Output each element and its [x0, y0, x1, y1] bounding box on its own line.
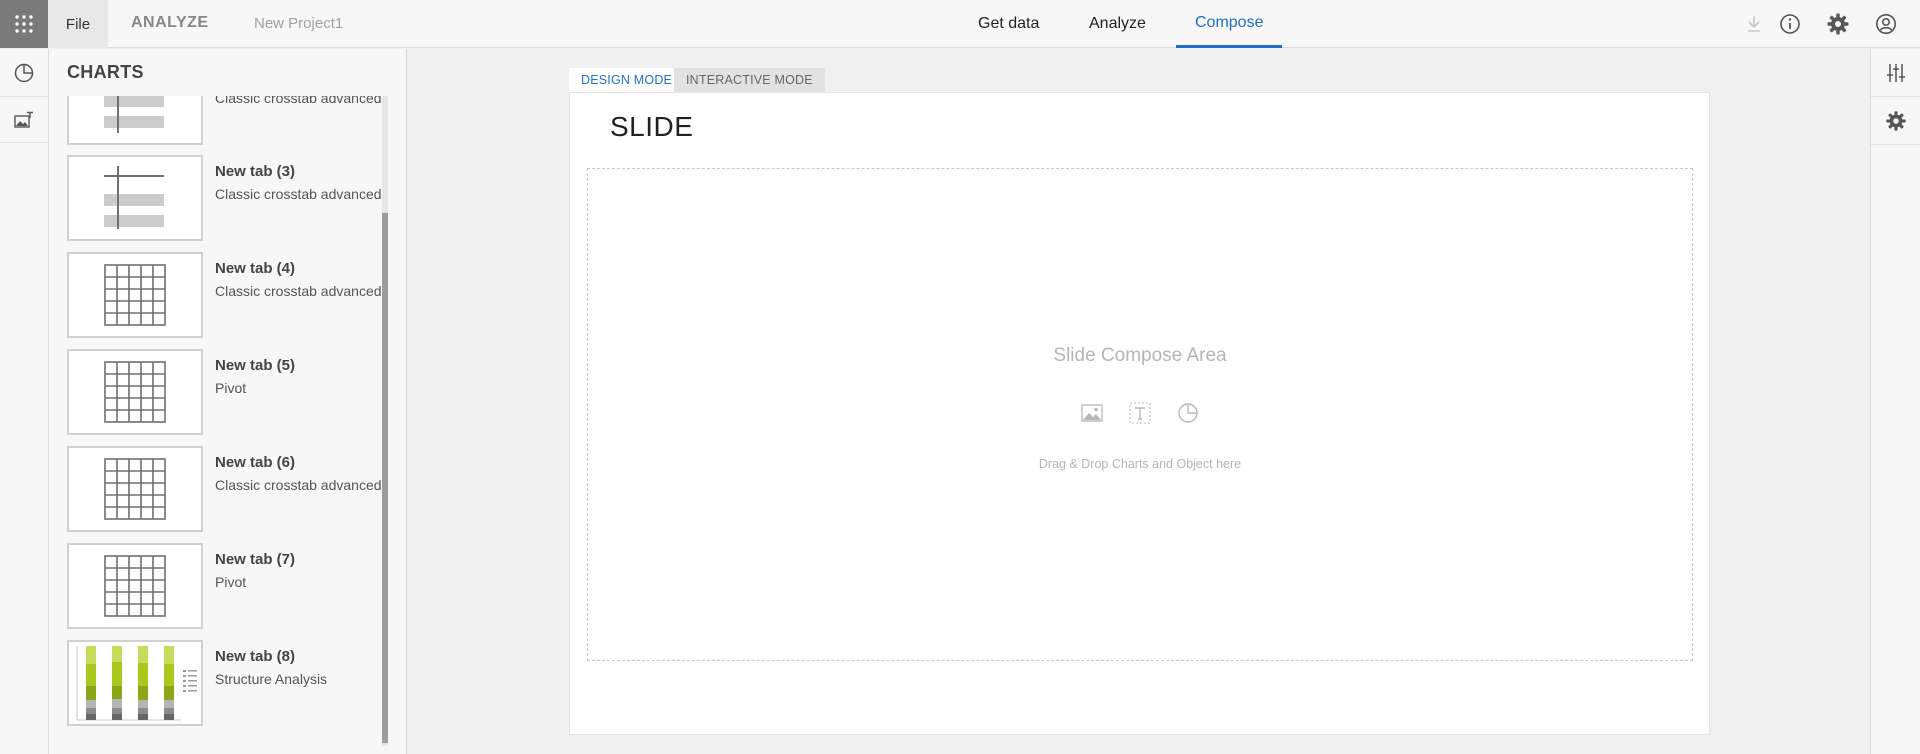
chart-item-type: Structure Analysis: [215, 671, 328, 687]
settings-button[interactable]: [1825, 11, 1851, 37]
gear-icon: [1886, 110, 1906, 131]
chart-item-type: Classic crosstab advanced: [215, 186, 382, 202]
rail-objects-button[interactable]: [0, 97, 48, 143]
module-label[interactable]: ANALYZE: [131, 14, 209, 32]
download-icon: [1748, 16, 1760, 32]
chart-list-item[interactable]: New tab (3) Classic crosstab advanced: [67, 155, 387, 241]
compose-object-icons: [588, 402, 1692, 424]
chart-list-item[interactable]: New tab (4) Classic crosstab advanced: [67, 252, 387, 338]
info-icon: [1780, 14, 1800, 34]
slide-canvas: SLIDE Slide Compose Area Drag & Drop Cha…: [569, 92, 1710, 735]
chart-item-type: Pivot: [215, 380, 247, 396]
chart-pie-icon: [14, 63, 34, 82]
rail-charts-button[interactable]: [0, 49, 48, 97]
image-icon[interactable]: [1081, 402, 1103, 424]
text-box-icon[interactable]: [1129, 402, 1151, 424]
chart-item-name: New tab (3): [215, 163, 296, 180]
slide-settings-button[interactable]: [1871, 97, 1920, 145]
nav-tab-get-data[interactable]: Get data: [959, 0, 1058, 48]
chart-pie-icon[interactable]: [1177, 402, 1199, 424]
chart-list-item[interactable]: New tab (5) Pivot: [67, 349, 387, 435]
image-text-icon: [14, 111, 33, 128]
user-icon: [1876, 14, 1896, 34]
chart-item-type: Pivot: [215, 574, 247, 590]
chart-list-item[interactable]: New tab (8) Structure Analysis: [67, 640, 387, 726]
chart-item-type: Classic crosstab advanced: [215, 477, 382, 493]
chart-thumbnail: [67, 446, 203, 532]
nav-tab-compose[interactable]: Compose: [1176, 0, 1283, 48]
charts-panel: CHARTS Classic crosstab advanced New tab…: [49, 49, 407, 754]
nav-tab-analyze[interactable]: Analyze: [1070, 0, 1165, 48]
chart-list-item[interactable]: New tab (7) Pivot: [67, 543, 387, 629]
download-button[interactable]: [1741, 11, 1767, 37]
chart-list-item[interactable]: New tab (6) Classic crosstab advanced: [67, 446, 387, 532]
chart-thumbnail: [67, 252, 203, 338]
scrollbar-thumb[interactable]: [382, 213, 388, 743]
apps-grid-icon: [15, 15, 33, 33]
apps-menu-button[interactable]: [0, 0, 48, 48]
chart-item-name: New tab (6): [215, 454, 296, 471]
info-button[interactable]: [1777, 11, 1803, 37]
sliders-icon: [1887, 63, 1905, 82]
tab-interactive-mode[interactable]: INTERACTIVE MODE: [674, 68, 825, 92]
left-rail: [0, 49, 49, 754]
user-account-button[interactable]: [1873, 11, 1899, 37]
chart-item-type: Classic crosstab advanced: [215, 96, 382, 106]
right-rail: [1870, 49, 1920, 754]
gear-icon: [1827, 13, 1849, 35]
project-name[interactable]: New Project1: [254, 15, 343, 32]
properties-button[interactable]: [1871, 49, 1920, 97]
compose-area-label: Slide Compose Area: [1053, 345, 1227, 366]
charts-panel-title: CHARTS: [67, 62, 144, 82]
chart-list[interactable]: Classic crosstab advanced New tab (3) Cl…: [49, 96, 389, 746]
slide-compose-area[interactable]: Slide Compose Area Drag & Drop Charts an…: [587, 168, 1693, 661]
chart-item-name: New tab (4): [215, 260, 296, 277]
main-area: DESIGN MODE INTERACTIVE MODE SLIDE Slide…: [407, 49, 1870, 754]
chart-item-type: Classic crosstab advanced: [215, 283, 382, 299]
chart-thumbnail: [67, 543, 203, 629]
chart-item-name: New tab (5): [215, 357, 296, 374]
chart-item-name: New tab (7): [215, 551, 296, 568]
top-bar: File ANALYZE New Project1 Get data Analy…: [0, 0, 1920, 48]
chart-thumbnail: [67, 349, 203, 435]
tab-design-mode[interactable]: DESIGN MODE: [569, 68, 685, 92]
file-menu-button[interactable]: File: [48, 0, 108, 48]
chart-thumbnail: [67, 155, 203, 241]
chart-thumbnail: [67, 640, 203, 726]
chart-list-scrollbar[interactable]: [382, 96, 388, 746]
chart-thumbnail: [67, 96, 203, 145]
compose-area-hint: Drag & Drop Charts and Object here: [1038, 457, 1242, 471]
chart-list-item[interactable]: Classic crosstab advanced: [67, 96, 387, 145]
chart-item-name: New tab (8): [215, 648, 296, 665]
slide-title[interactable]: SLIDE: [610, 111, 693, 143]
